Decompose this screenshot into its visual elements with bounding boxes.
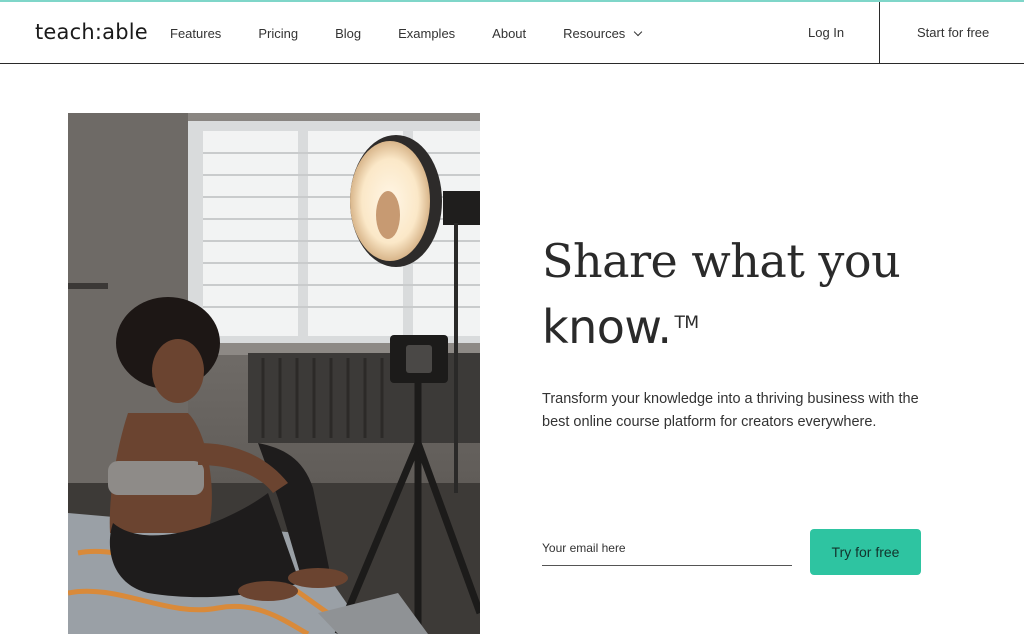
nav-examples[interactable]: Examples xyxy=(398,26,455,41)
chevron-down-icon xyxy=(634,27,643,36)
main-nav: Features Pricing Blog Examples About Res… xyxy=(170,2,678,64)
email-field[interactable] xyxy=(542,536,792,560)
trademark-mark: TM xyxy=(674,313,699,333)
header-divider xyxy=(879,2,880,64)
photo-illustration xyxy=(68,113,480,634)
site-header: teach:able Features Pricing Blog Example… xyxy=(0,2,1024,64)
login-link[interactable]: Log In xyxy=(808,25,844,40)
nav-about[interactable]: About xyxy=(492,26,526,41)
start-for-free-link[interactable]: Start for free xyxy=(917,25,989,40)
nav-resources-label: Resources xyxy=(563,25,626,41)
nav-pricing[interactable]: Pricing xyxy=(258,26,298,41)
nav-resources[interactable]: Resources xyxy=(563,25,643,41)
teachable-logo[interactable]: teach:able xyxy=(35,20,148,44)
headline-line-2: know. xyxy=(542,300,672,354)
nav-features[interactable]: Features xyxy=(170,26,221,41)
nav-blog[interactable]: Blog xyxy=(335,26,361,41)
hero-subtitle: Transform your knowledge into a thriving… xyxy=(542,391,919,430)
try-for-free-button[interactable]: Try for free xyxy=(810,529,921,575)
email-field-wrapper xyxy=(542,536,792,566)
hero-photo xyxy=(68,113,480,634)
headline-line-1: Share what you xyxy=(542,234,901,288)
hero-headline: Share what you know. TM xyxy=(542,228,982,360)
